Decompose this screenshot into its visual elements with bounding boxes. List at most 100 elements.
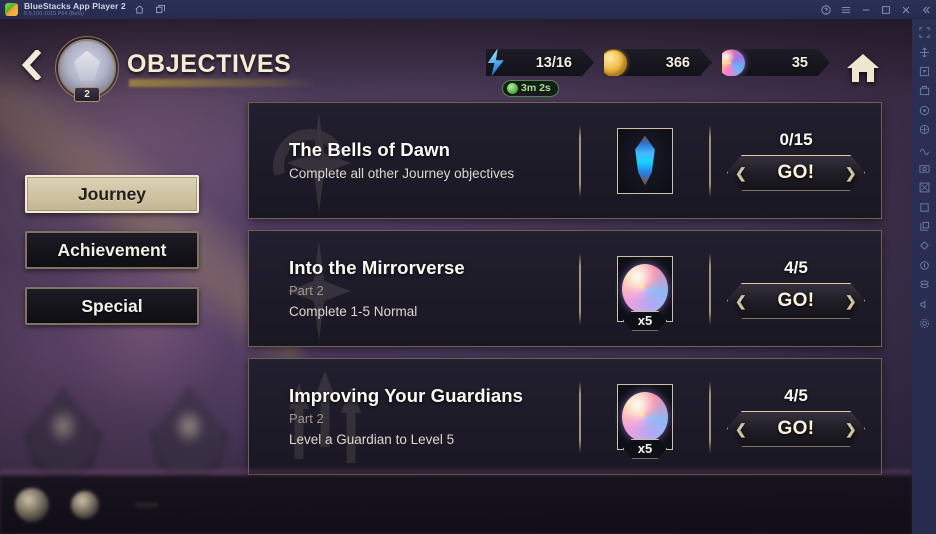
objective-description: Complete 1-5 Normal	[289, 304, 418, 320]
objective-action: 4/5 ❮ GO! ❯	[711, 259, 881, 319]
objective-progress: 4/5	[784, 385, 808, 405]
player-avatar[interactable]: 2	[55, 36, 119, 102]
bottom-bar	[0, 476, 912, 534]
install-apk-icon[interactable]	[914, 81, 934, 100]
screenshot-icon[interactable]	[914, 159, 934, 178]
currency-gem[interactable]: 35	[722, 49, 830, 76]
chevron-right-icon: ❯	[844, 292, 857, 309]
page-title-underline	[129, 79, 317, 87]
currency-gold[interactable]: 366	[604, 49, 712, 76]
screen-rotate-icon[interactable]	[914, 62, 934, 81]
reward-frame: x5	[617, 383, 673, 450]
bluestacks-window: BlueStacks App Player 2 5.5.100.1015 P64…	[0, 0, 936, 534]
eco-mode-icon[interactable]	[914, 256, 934, 275]
chevron-right-icon: ❯	[844, 420, 857, 437]
currency-bar: 13/16 366 35 3m 2s	[486, 49, 830, 97]
news-ticker	[135, 503, 231, 507]
tab-achievement-label: Achievement	[57, 239, 167, 260]
gold-value: 366	[665, 54, 690, 71]
blue-crystal-icon	[635, 135, 655, 186]
titlebar-multi-instance-icon[interactable]	[153, 2, 168, 17]
go-button[interactable]: ❮ GO! ❯	[727, 283, 865, 319]
energy-value: 13/16	[535, 54, 572, 71]
background-crest-left	[24, 387, 102, 479]
macro-icon[interactable]	[914, 236, 934, 255]
window-version: 5.5.100.1015 P64 (Beta)	[24, 10, 84, 17]
copy-to-clipboard-icon[interactable]	[914, 198, 934, 217]
objective-title: Into the Mirrorverse	[289, 257, 465, 279]
go-button[interactable]: ❮ GO! ❯	[727, 411, 865, 447]
screen-header: 2 OBJECTIVES 13/16 366 35 3m 2s	[0, 19, 912, 102]
background-crest-right	[150, 387, 228, 479]
player-level-badge: 2	[74, 87, 100, 102]
energy-timer-value: 3m 2s	[521, 82, 551, 95]
bluestacks-logo-icon	[5, 3, 18, 16]
clock-icon	[507, 83, 518, 94]
tab-achievement[interactable]: Achievement	[25, 231, 199, 269]
settings-gear-icon[interactable]	[914, 314, 934, 333]
objective-card[interactable]: Into the Mirrorverse Part 2 Complete 1-5…	[248, 230, 882, 347]
objective-progress: 4/5	[784, 257, 808, 277]
maximize-icon[interactable]	[877, 2, 894, 17]
mirror-orb-icon	[622, 263, 668, 314]
chevron-right-icon: ❯	[844, 164, 857, 181]
titlebar-home-icon[interactable]	[132, 2, 147, 17]
menu-icon[interactable]	[837, 2, 854, 17]
tab-journey-label: Journey	[77, 183, 147, 204]
mirror-orb-icon	[716, 47, 747, 78]
energy-bolt-icon	[480, 47, 511, 78]
objective-reward[interactable]: x5	[581, 255, 709, 322]
chevron-left-icon: ❮	[735, 164, 748, 181]
chat-button[interactable]	[15, 488, 49, 522]
objective-title: The Bells of Dawn	[289, 139, 451, 161]
gamepad-icon[interactable]	[914, 120, 934, 139]
screen-record-icon[interactable]	[914, 178, 934, 197]
minimize-icon[interactable]	[857, 2, 874, 17]
chevron-left-icon: ❮	[735, 292, 748, 309]
window-title: BlueStacks App Player 2	[24, 1, 126, 11]
shake-icon[interactable]	[914, 139, 934, 158]
window-title-group: BlueStacks App Player 2 5.5.100.1015 P64…	[24, 2, 126, 17]
objective-text-block: Into the Mirrorverse Part 2 Complete 1-5…	[289, 257, 579, 319]
home-button[interactable]	[836, 41, 890, 95]
window-controls	[814, 0, 934, 19]
objective-card[interactable]: The Bells of Dawn Complete all other Jou…	[248, 102, 882, 219]
keymapping-icon[interactable]	[914, 42, 934, 61]
search-button[interactable]	[71, 491, 99, 519]
chevron-left-icon: ❮	[735, 420, 748, 437]
volume-icon[interactable]	[914, 294, 934, 313]
window-titlebar: BlueStacks App Player 2 5.5.100.1015 P64…	[0, 0, 936, 19]
objective-title: Improving Your Guardians	[289, 385, 524, 407]
objective-reward[interactable]: x5	[581, 383, 709, 450]
go-button-label: GO!	[777, 289, 815, 311]
gem-value: 35	[791, 54, 808, 71]
go-button-label: GO!	[777, 161, 815, 183]
help-icon[interactable]	[817, 2, 834, 17]
objective-description: Complete all other Journey objectives	[289, 166, 515, 182]
tab-journey[interactable]: Journey	[25, 175, 199, 213]
close-icon[interactable]	[897, 2, 914, 17]
go-button[interactable]: ❮ GO! ❯	[727, 155, 865, 191]
objective-text-block: Improving Your Guardians Part 2 Level a …	[289, 385, 579, 447]
back-button[interactable]	[12, 45, 52, 85]
location-icon[interactable]	[914, 101, 934, 120]
fullscreen-icon[interactable]	[914, 23, 934, 42]
objective-action: 0/15 ❮ GO! ❯	[711, 131, 881, 191]
objective-reward[interactable]	[581, 127, 709, 194]
objective-card[interactable]: Improving Your Guardians Part 2 Level a …	[248, 358, 882, 475]
collapse-rail-icon[interactable]	[917, 2, 934, 17]
objective-part: Part 2	[289, 282, 324, 298]
gold-coin-icon	[598, 47, 629, 78]
multi-instance-sync-icon[interactable]	[914, 275, 934, 294]
objective-list: The Bells of Dawn Complete all other Jou…	[248, 102, 882, 486]
objective-description: Level a Guardian to Level 5	[289, 432, 455, 448]
currency-energy[interactable]: 13/16	[486, 49, 594, 76]
objective-text-block: The Bells of Dawn Complete all other Jou…	[289, 139, 579, 182]
go-button-label: GO!	[777, 417, 815, 439]
tab-special[interactable]: Special	[25, 287, 199, 325]
reward-quantity-badge: x5	[623, 439, 667, 459]
paste-icon[interactable]	[914, 217, 934, 236]
ticker-chip	[135, 503, 159, 507]
reward-frame: x5	[617, 255, 673, 322]
reward-frame	[617, 127, 673, 194]
